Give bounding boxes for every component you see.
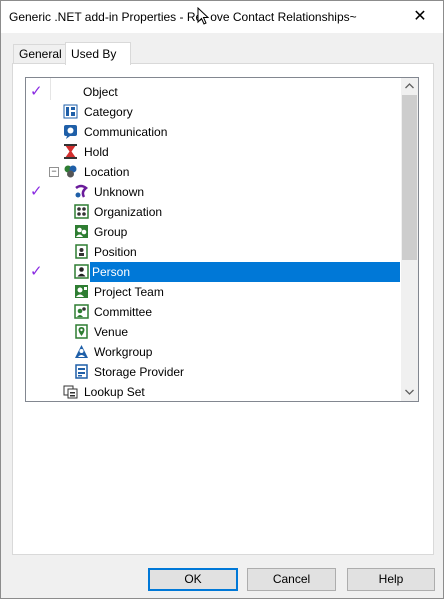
scroll-up-icon[interactable] [401,78,418,95]
tree-item-category[interactable]: Category [26,102,400,122]
cancel-button[interactable]: Cancel [247,568,336,591]
title-bar: Generic .NET add-in Properties - Re ove C… [1,1,443,33]
unknown-icon [74,184,89,199]
tree-item-label: Committee [94,305,153,319]
tree-item-hold[interactable]: Hold [26,142,400,162]
committee-icon [74,304,89,319]
venue-icon [74,324,89,339]
tree-item-label: Storage Provider [94,365,185,379]
collapse-toggle[interactable]: − [49,167,59,177]
tree-item-label: Project Team [94,285,164,299]
tree-item-label: Location [84,165,130,179]
person-icon [74,264,89,279]
tree-item-group[interactable]: Group [26,222,400,242]
tree-header-row[interactable]: ✓ Object [26,78,400,102]
tree-item-communication[interactable]: Communication [26,122,400,142]
check-icon: ✓ [30,263,43,280]
lookup-set-icon [63,384,78,399]
close-button[interactable]: ✕ [397,1,443,31]
tab-used-by[interactable]: Used By [65,42,131,65]
storage-provider-icon [74,364,89,379]
tree-item-lookup-set[interactable]: Lookup Set [26,382,400,401]
scroll-down-icon[interactable] [401,384,418,401]
workgroup-icon [74,344,89,359]
category-icon [63,104,78,119]
tree-item-label: Hold [84,145,109,159]
check-icon: ✓ [30,183,43,200]
tree-item-label: Lookup Set [84,385,145,399]
organization-icon [74,204,89,219]
help-button[interactable]: Help [347,568,435,591]
tree-item-label: Organization [94,205,163,219]
tree-scrollbar[interactable] [401,78,418,401]
tree-item-project-team[interactable]: Project Team [26,282,400,302]
tab-general[interactable]: General [13,44,67,64]
scroll-thumb[interactable] [402,95,417,260]
object-header: Object [83,85,118,99]
tree-item-committee[interactable]: Committee [26,302,400,322]
tree-item-label: Workgroup [94,345,153,359]
tree-item-label: Group [94,225,128,239]
tree-item-unknown[interactable]: ✓ Unknown [26,182,400,202]
used-by-tree[interactable]: ✓ Object Category Communication Hold − L… [25,77,419,402]
tree-rows: ✓ Object Category Communication Hold − L… [26,78,400,401]
close-icon: ✕ [413,8,427,25]
tree-item-storage-provider[interactable]: Storage Provider [26,362,400,382]
tree-item-workgroup[interactable]: Workgroup [26,342,400,362]
position-icon [74,244,89,259]
tree-item-label: Person [90,262,400,282]
group-icon [74,224,89,239]
properties-dialog: Generic .NET add-in Properties - Re ove C… [0,0,444,599]
header-check-icon: ✓ [30,83,43,100]
tree-item-label: Communication [84,125,168,139]
project-team-icon [74,284,89,299]
tree-item-person[interactable]: ✓ Person [26,262,400,282]
ok-button[interactable]: OK [148,568,238,591]
tree-item-label: Venue [94,325,129,339]
tree-item-label: Unknown [94,185,145,199]
tree-item-organization[interactable]: Organization [26,202,400,222]
tree-item-position[interactable]: Position [26,242,400,262]
location-icon [63,164,78,179]
tree-item-venue[interactable]: Venue [26,322,400,342]
tree-item-label: Category [84,105,133,119]
tree-item-location[interactable]: − Location [26,162,400,182]
communication-icon [63,124,78,139]
tree-item-label: Position [94,245,137,259]
used-by-panel: ✓ Object Category Communication Hold − L… [12,63,434,555]
mouse-cursor-icon [197,6,210,29]
hold-icon [63,144,78,159]
window-title: Generic .NET add-in Properties - Re ove C… [9,10,357,24]
